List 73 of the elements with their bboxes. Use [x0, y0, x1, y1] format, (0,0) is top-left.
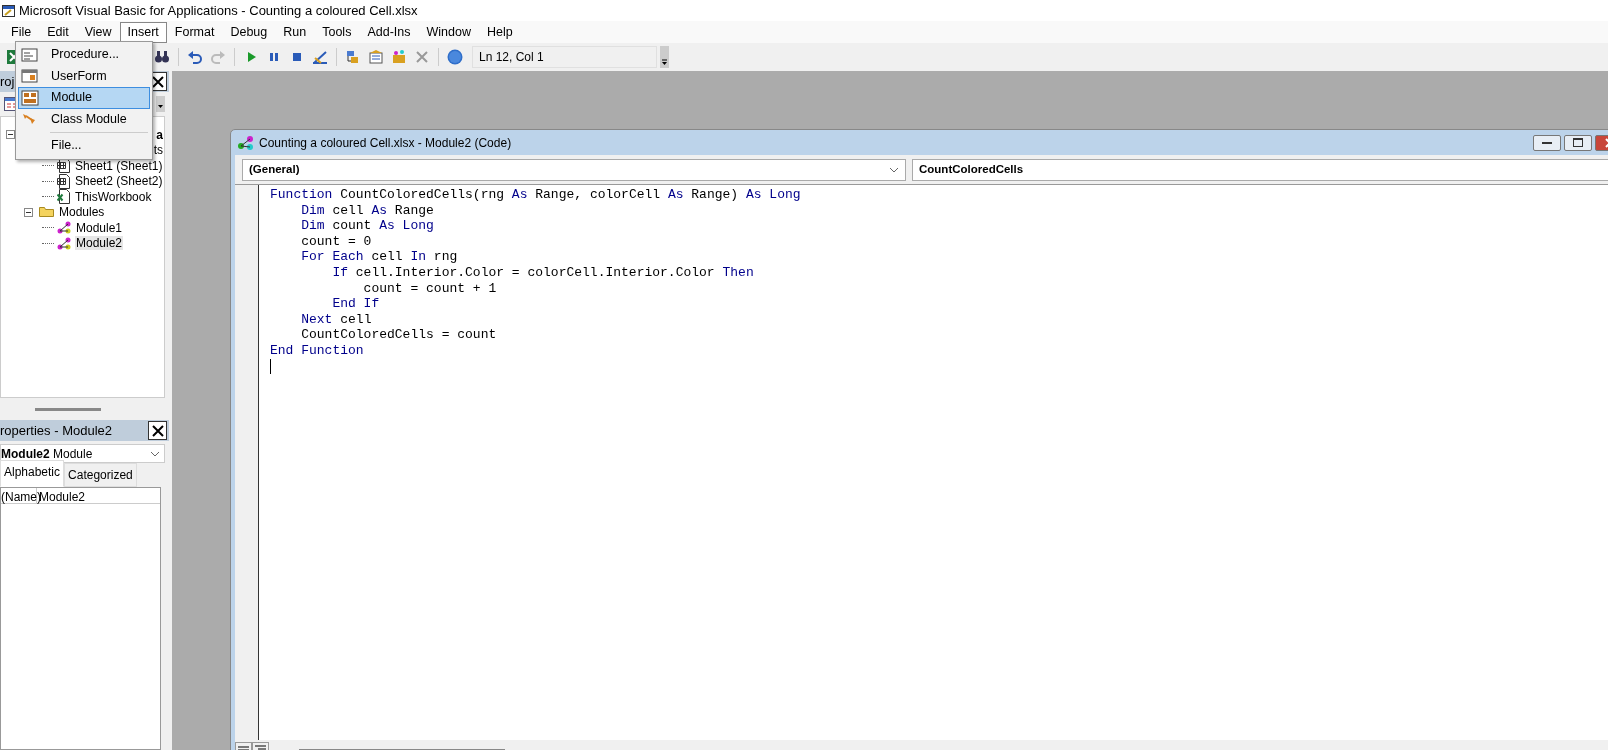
menu-item[interactable]: Class Module	[18, 108, 150, 130]
restore-button[interactable]	[1564, 134, 1592, 151]
restore-icon	[1573, 138, 1583, 147]
window-title: Counting a coloured Cell.xlsx - Module2 (Code)	[259, 134, 512, 152]
module-icon	[237, 134, 255, 151]
menu-item[interactable]: Module	[18, 87, 150, 109]
procedure-icon	[21, 46, 39, 63]
cursor-position-field: Ln 12, Col 1	[472, 46, 657, 68]
tree-item[interactable]: a	[155, 127, 164, 142]
menu-item[interactable]: UserForm	[18, 65, 150, 87]
menu-item[interactable]: Debug	[222, 21, 276, 43]
close-button[interactable]	[148, 421, 167, 440]
code-line: End If	[331, 296, 381, 312]
tree-item[interactable]: Module2	[75, 236, 124, 251]
menu-item[interactable]: View	[76, 21, 120, 43]
undo-icon[interactable]	[187, 49, 203, 65]
code-line: count = 0	[300, 233, 373, 250]
tree-item[interactable]: ThisWorkbook	[74, 189, 153, 204]
project-explorer-icon[interactable]	[345, 49, 361, 65]
chevron-down-icon	[150, 450, 160, 457]
menu-item[interactable]: Add-Ins	[359, 21, 419, 43]
tree-item[interactable]: Sheet2 (Sheet2)	[74, 174, 164, 189]
object-dropdown[interactable]: (General)	[242, 159, 906, 181]
code-line: Dim count As Long	[300, 218, 435, 234]
sheet-icon	[57, 173, 70, 189]
menu-item[interactable]: Run	[275, 21, 315, 43]
collapse-icon[interactable]	[24, 207, 33, 217]
window-title: Microsoft Visual Basic for Applications - Counting a coloured Cell.xlsx	[19, 1, 418, 20]
tree-item[interactable]: Modules	[58, 205, 106, 220]
code-line: Function CountColoredCells(rng As Range, colorCell As Range) As Long	[270, 187, 801, 203]
code-line: count = count + 1	[362, 280, 498, 297]
panel-title: roj	[0, 72, 15, 91]
object-browser-icon[interactable]	[391, 49, 407, 65]
code-line: End Function	[270, 342, 365, 359]
menu-item[interactable]: Tools	[314, 21, 360, 43]
toolbar-options-icon[interactable]	[660, 46, 669, 68]
chevron-down-icon	[889, 167, 899, 173]
menu-item[interactable]: Procedure...	[18, 44, 150, 66]
find-icon[interactable]	[154, 49, 170, 65]
menu-item[interactable]: Help	[478, 21, 521, 43]
close-icon	[151, 424, 164, 437]
tab[interactable]: Alphabetic	[0, 460, 65, 487]
menu-item[interactable]: File	[3, 21, 40, 43]
procedure-dropdown[interactable]: CountColoredCells	[912, 159, 1608, 181]
panel-title: roperties - Module2	[0, 421, 112, 440]
code-line: Next cell	[300, 311, 373, 328]
menu-item[interactable]: Insert	[119, 21, 167, 43]
folder-icon	[39, 207, 54, 218]
code-line: For Each cell In rng	[300, 249, 459, 265]
code-line: CountColoredCells = count	[300, 327, 498, 343]
module-icon	[57, 221, 71, 235]
module-icon	[21, 89, 39, 106]
minimize-button[interactable]	[1533, 134, 1561, 151]
close-icon	[151, 75, 164, 88]
tree-item[interactable]: ts	[152, 143, 164, 158]
workbook-icon	[57, 189, 70, 205]
code-line: If cell.Interior.Color = colorCell.Interior.Color Then	[331, 264, 755, 281]
menu-item[interactable]: File...	[18, 135, 150, 157]
menu-item[interactable]: Window	[418, 21, 479, 43]
userform-icon	[21, 68, 39, 85]
tree-item[interactable]: Sheet1 (Sheet1)	[74, 158, 164, 173]
code-line: Dim cell As Range	[300, 202, 435, 219]
properties-icon[interactable]	[368, 49, 384, 65]
design-mode-icon[interactable]	[312, 49, 328, 65]
tab[interactable]: Categorized	[64, 463, 137, 487]
menu-item[interactable]: Format	[166, 21, 223, 43]
module-icon	[57, 236, 71, 250]
collapse-icon[interactable]	[6, 130, 15, 140]
scroll-thumb[interactable]	[35, 407, 101, 411]
tree-item[interactable]: Module1	[75, 220, 124, 235]
text-cursor	[270, 358, 271, 374]
menu-item[interactable]: Edit	[39, 21, 77, 43]
object-dropdown[interactable]: Module2 Module	[0, 444, 165, 463]
